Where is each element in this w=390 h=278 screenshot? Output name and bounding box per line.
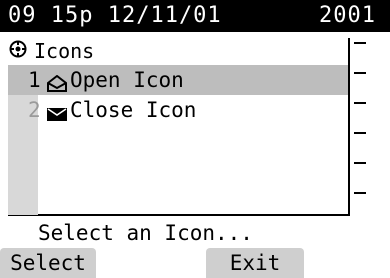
icons-dialog: Icons 1 Open Icon 2 Close Icon xyxy=(8,38,370,216)
scrollbar[interactable] xyxy=(348,38,370,216)
extension-number: 2001 xyxy=(319,3,376,28)
date-time: 09 15p 12/11/01 xyxy=(8,3,222,28)
icon-list: 1 Open Icon 2 Close Icon xyxy=(8,65,368,215)
list-item-label: Close Icon xyxy=(70,98,197,122)
dialog-title: Icons xyxy=(8,38,94,64)
prompt-text: Select an Icon... xyxy=(38,221,253,245)
list-item-label: Open Icon xyxy=(70,68,184,92)
status-bar: 09 15p 12/11/01 2001 xyxy=(0,0,390,32)
list-item-number: 2 xyxy=(28,98,41,122)
list-item-open-icon[interactable]: 1 Open Icon xyxy=(8,65,368,95)
open-envelope-icon xyxy=(46,71,68,92)
dialog-title-label: Icons xyxy=(34,39,95,63)
select-softkey[interactable]: Select xyxy=(0,248,96,278)
list-item-number: 1 xyxy=(28,68,41,92)
closed-envelope-icon xyxy=(46,101,68,121)
settings-icon xyxy=(8,38,28,64)
exit-softkey[interactable]: Exit xyxy=(206,248,304,278)
list-item-close-icon[interactable]: 2 Close Icon xyxy=(8,95,368,125)
